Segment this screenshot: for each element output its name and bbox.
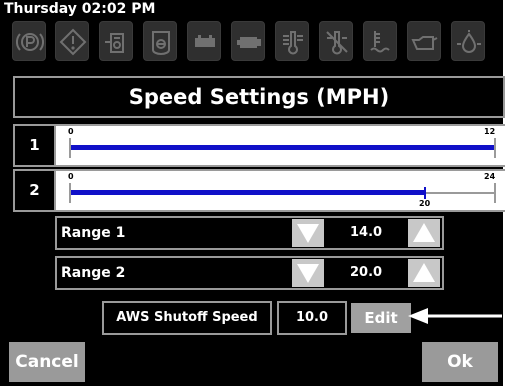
no-coolant-icon xyxy=(319,21,353,61)
range-2-fill xyxy=(70,190,425,195)
range-1-control: Range 1 14.0 xyxy=(55,216,444,250)
range-2-min-tick xyxy=(69,183,71,203)
coolant-temp-icon xyxy=(275,21,309,61)
aws-shutoff-value: 10.0 xyxy=(277,301,347,335)
range-1-slider-row: 1 0 12 xyxy=(13,124,505,167)
range-2-label: Range 2 xyxy=(61,265,126,281)
battery-icon xyxy=(187,21,221,61)
range-2-min-label: 0 xyxy=(68,172,74,181)
arrow-up-icon xyxy=(413,223,435,242)
aws-shutoff-label: AWS Shutoff Speed xyxy=(102,301,272,335)
range-1-slider[interactable]: 0 12 xyxy=(56,126,505,165)
range-1-min-label: 0 xyxy=(68,127,74,136)
arrow-up-icon xyxy=(413,263,435,282)
range-2-decrease-button[interactable] xyxy=(292,259,324,287)
range-2-slider[interactable]: 0 24 20 xyxy=(56,171,505,210)
range-1-value: 14.0 xyxy=(350,225,383,240)
page-title: Speed Settings (MPH) xyxy=(13,76,505,118)
range-2-max-label: 24 xyxy=(484,172,496,181)
range-1-number: 1 xyxy=(15,126,56,165)
arrow-down-icon xyxy=(297,264,319,283)
hydraulic-temp-icon xyxy=(363,21,397,61)
range-2-value-marker[interactable] xyxy=(424,187,426,199)
parking-brake-icon xyxy=(12,21,46,61)
range-1-max-label: 12 xyxy=(484,127,496,136)
range-1-max-tick xyxy=(494,138,496,158)
fuel-water-icon xyxy=(99,21,133,61)
range-1-decrease-button[interactable] xyxy=(292,219,324,247)
range-2-increase-button[interactable] xyxy=(408,259,440,287)
range-2-slider-row: 2 0 24 20 xyxy=(13,169,505,212)
range-2-number: 2 xyxy=(15,171,56,210)
ok-button[interactable]: Ok xyxy=(422,342,498,382)
range-2-max-tick xyxy=(494,183,496,203)
engine-icon xyxy=(231,21,265,61)
display-screen: Thursday 02:02 PM Speed Settings (MPH) 1… xyxy=(0,0,505,386)
range-2-control: Range 2 20.0 xyxy=(55,256,444,290)
range-2-value-label: 20 xyxy=(419,199,431,208)
filter-icon xyxy=(143,21,177,61)
warning-icon xyxy=(55,21,89,61)
range-2-value: 20.0 xyxy=(350,265,383,280)
range-1-min-tick xyxy=(69,138,71,158)
edit-button[interactable]: Edit xyxy=(351,303,411,333)
cancel-button[interactable]: Cancel xyxy=(9,342,85,382)
oil-pressure-icon xyxy=(451,21,485,61)
callout-arrow-icon xyxy=(408,308,502,324)
arrow-down-icon xyxy=(297,224,319,243)
range-1-increase-button[interactable] xyxy=(408,219,440,247)
oil-level-icon xyxy=(407,21,441,61)
indicator-bar xyxy=(10,21,503,65)
range-1-label: Range 1 xyxy=(61,225,126,241)
datetime-label: Thursday 02:02 PM xyxy=(4,1,156,17)
range-1-fill xyxy=(70,145,496,150)
